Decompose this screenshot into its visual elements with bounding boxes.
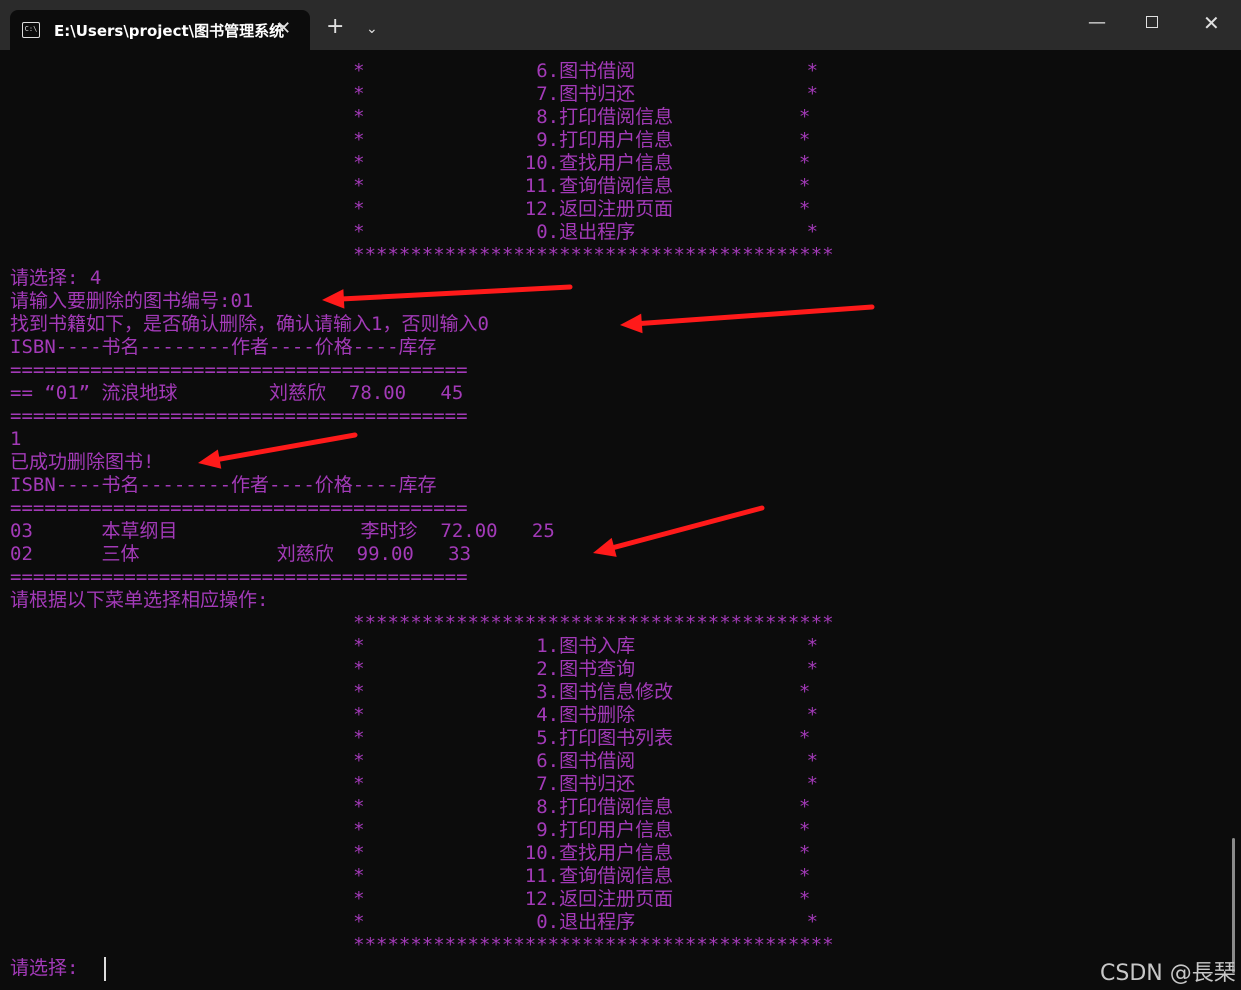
chevron-down-icon[interactable]: ⌄ <box>366 21 378 37</box>
console-line: * 8.打印借阅信息 * <box>10 106 811 128</box>
console-line: * 4.图书删除 * <box>10 704 819 726</box>
console-line: * 3.图书信息修改 * <box>10 681 811 703</box>
console-line: 1 <box>10 428 22 450</box>
close-window-button[interactable]: ✕ <box>1203 11 1220 35</box>
console-line: ISBN----书名--------作者----价格----库存 <box>10 474 437 496</box>
console-icon: C:\ <box>22 22 40 38</box>
tab-title: E:\Users\project\图书管理系统 <box>54 22 285 40</box>
console-line: ======================================== <box>10 359 468 381</box>
watermark: CSDN @長琹 <box>1100 961 1236 986</box>
minimize-button[interactable]: — <box>1088 12 1106 33</box>
console-line: * 7.图书归还 * <box>10 773 819 795</box>
console-line: * 11.查询借阅信息 * <box>10 865 811 887</box>
console-line: 请根据以下菜单选择相应操作: <box>10 589 269 611</box>
console-line: ======================================== <box>10 497 468 519</box>
console-line: 请选择: 4 <box>10 267 102 289</box>
console-line: * 9.打印用户信息 * <box>10 129 811 151</box>
console-line: ======================================== <box>10 405 468 427</box>
console-line: 已成功删除图书! <box>10 451 155 473</box>
console-line: * 10.查找用户信息 * <box>10 842 811 864</box>
console-line: * 12.返回注册页面 * <box>10 888 811 910</box>
console-line: ****************************************… <box>10 244 834 266</box>
console-line: * 8.打印借阅信息 * <box>10 796 811 818</box>
maximize-button[interactable] <box>1146 16 1158 28</box>
console-line: * 9.打印用户信息 * <box>10 819 811 841</box>
console-line: 02 三体 刘慈欣 99.00 33 <box>10 543 472 565</box>
console-line: * 12.返回注册页面 * <box>10 198 811 220</box>
console-line: * 6.图书借阅 * <box>10 60 819 82</box>
console-line: * 2.图书查询 * <box>10 658 819 680</box>
console-line: * 6.图书借阅 * <box>10 750 819 772</box>
console-line: ****************************************… <box>10 612 834 634</box>
console-line: ISBN----书名--------作者----价格----库存 <box>10 336 437 358</box>
console-output[interactable]: * 6.图书借阅 * * 7.图书归还 * * 8.打印借阅信息 * * 9.打… <box>0 50 1241 990</box>
console-line: 请输入要删除的图书编号:01 <box>10 290 254 312</box>
console-line: ****************************************… <box>10 934 834 956</box>
title-bar: C:\ E:\Users\project\图书管理系统 ✕ + ⌄ — ✕ <box>0 0 1241 50</box>
terminal-tab[interactable]: C:\ E:\Users\project\图书管理系统 ✕ <box>10 10 310 50</box>
console-line: * 1.图书入库 * <box>10 635 819 657</box>
console-line: * 5.打印图书列表 * <box>10 727 811 749</box>
console-line: * 7.图书归还 * <box>10 83 819 105</box>
new-tab-button[interactable]: + <box>326 16 344 38</box>
console-line: * 11.查询借阅信息 * <box>10 175 811 197</box>
console-line: 03 本草纲目 李时珍 72.00 25 <box>10 520 555 542</box>
console-line: ======================================== <box>10 566 468 588</box>
console-line: == “01” 流浪地球 刘慈欣 78.00 45 <box>10 382 464 404</box>
console-line: * 0.退出程序 * <box>10 911 819 933</box>
close-tab-icon[interactable]: ✕ <box>276 18 291 39</box>
text-cursor <box>104 957 106 981</box>
console-line: * 0.退出程序 * <box>10 221 819 243</box>
console-line: 找到书籍如下，是否确认删除，确认请输入1，否则输入0 <box>10 313 489 335</box>
console-line: 请选择: <box>10 957 90 979</box>
scrollbar[interactable] <box>1232 838 1235 973</box>
console-line: * 10.查找用户信息 * <box>10 152 811 174</box>
